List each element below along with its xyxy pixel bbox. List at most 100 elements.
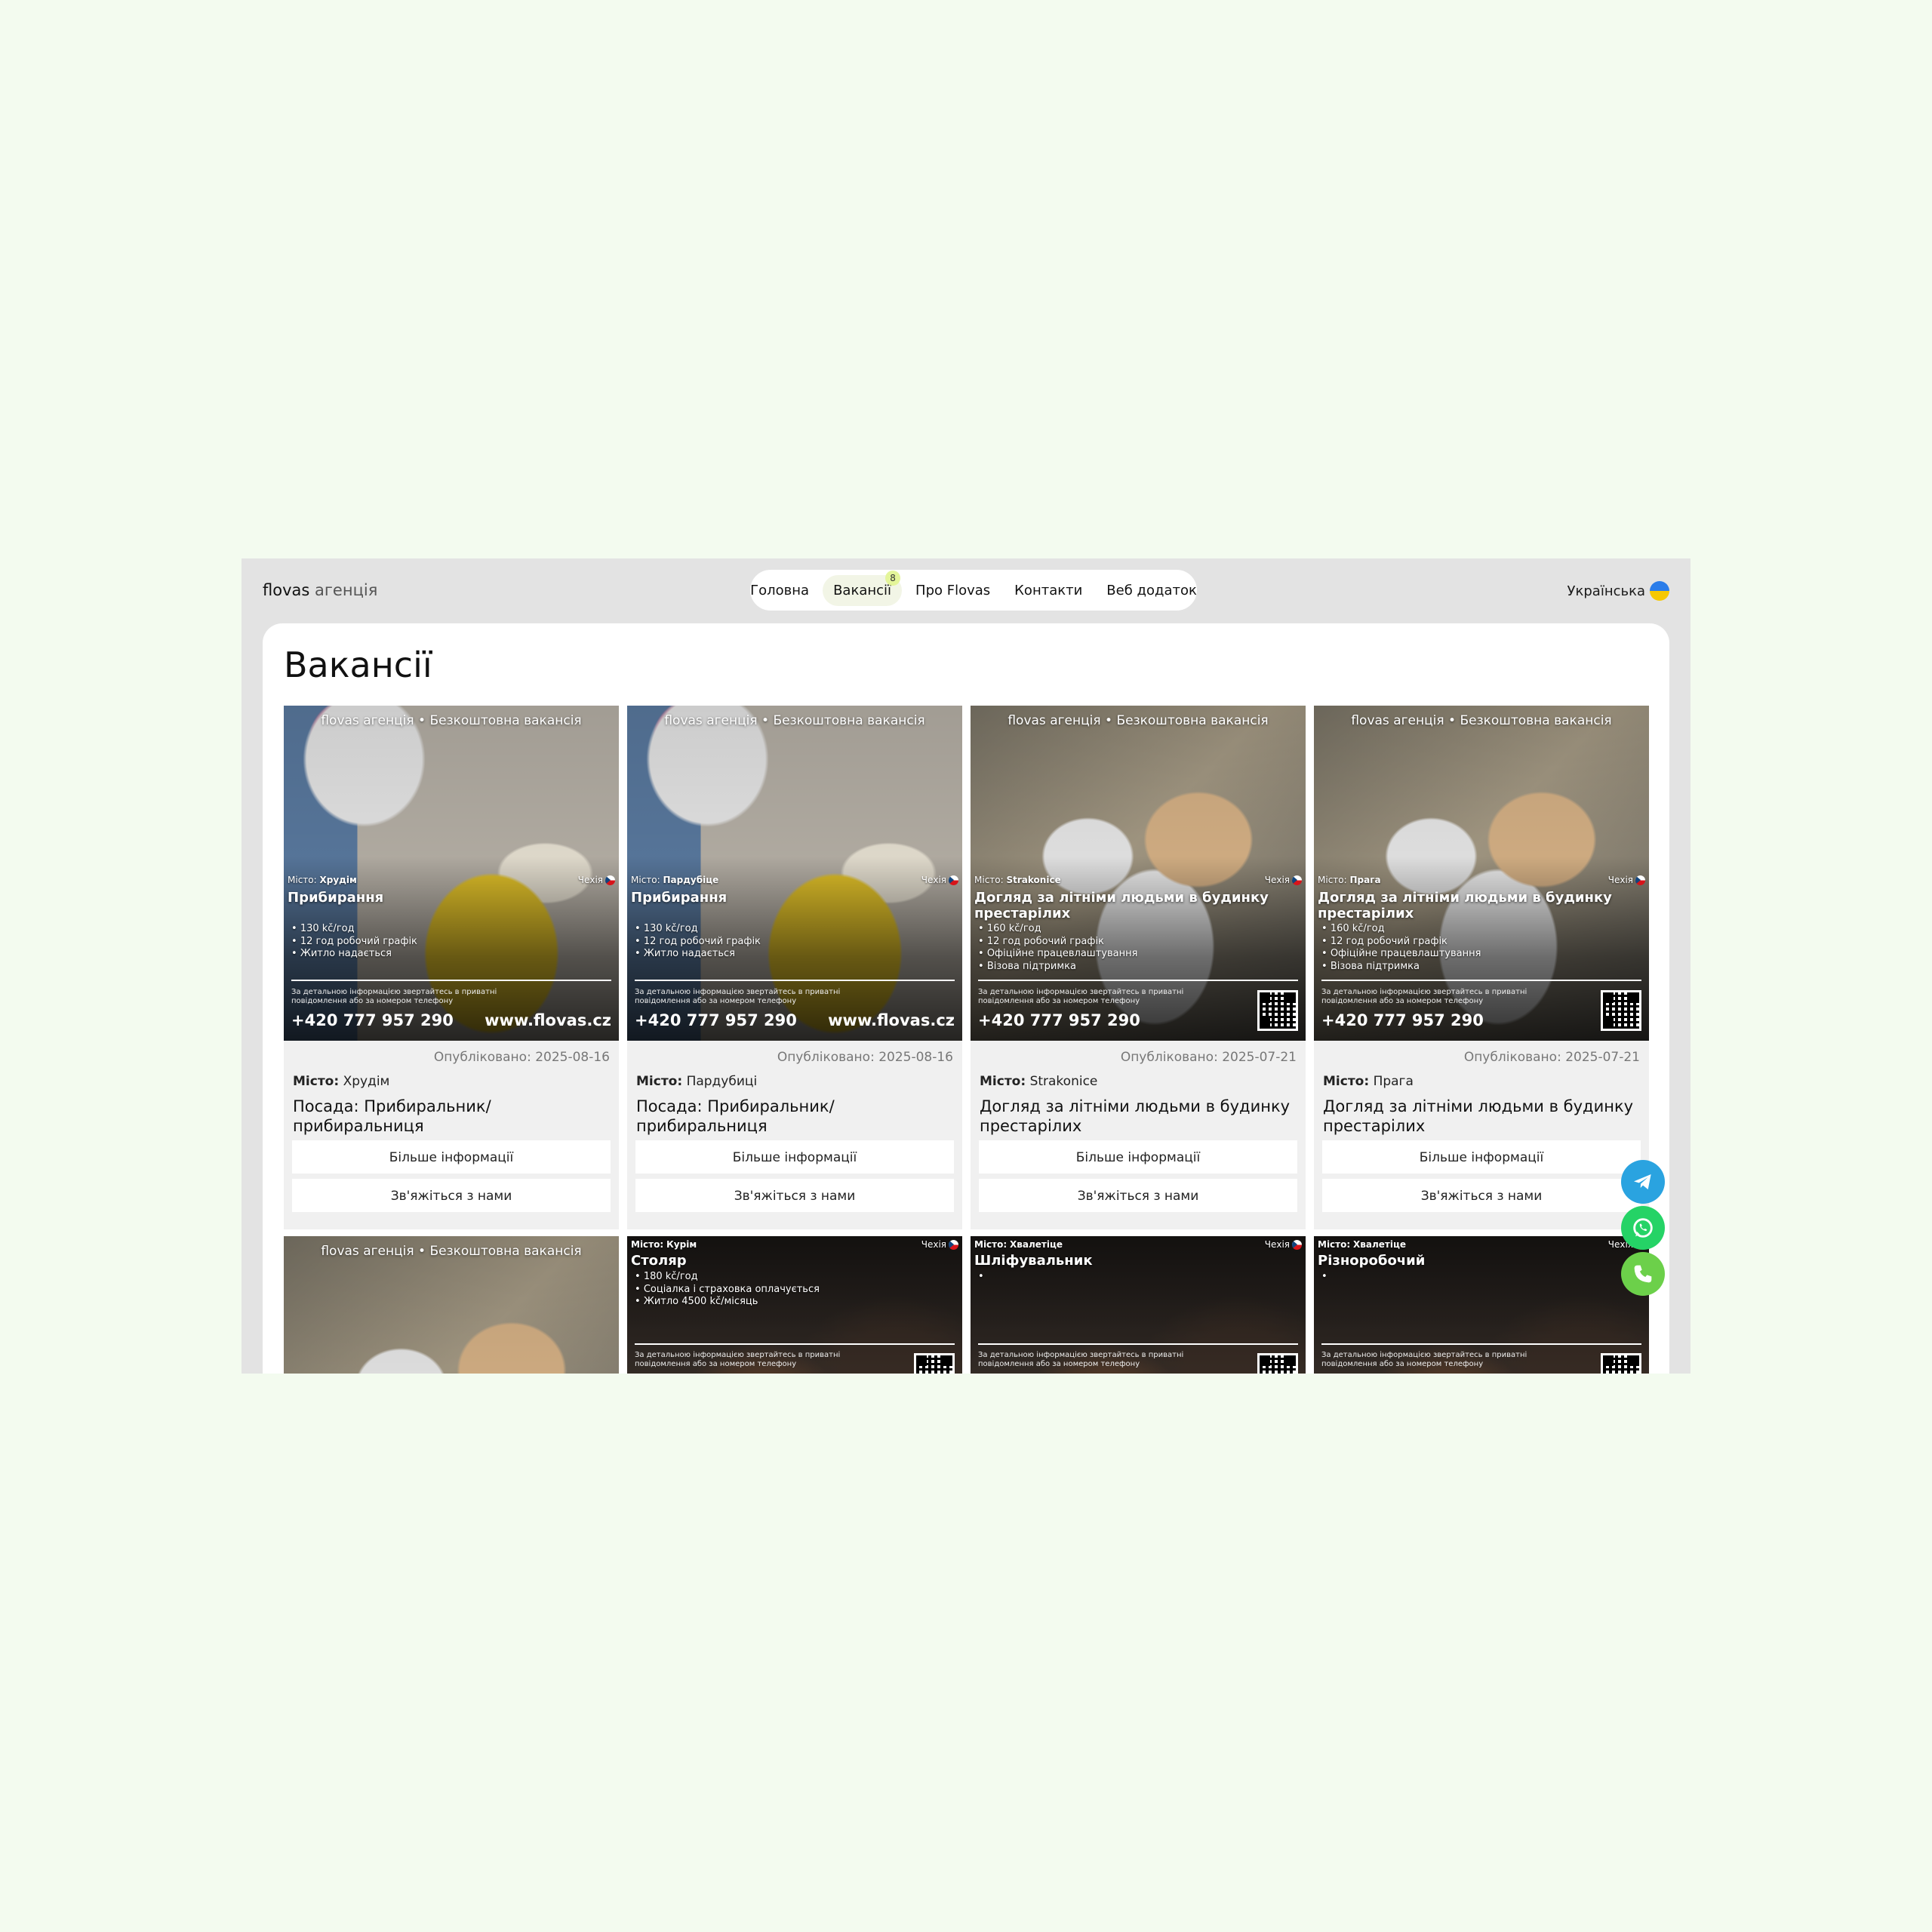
poster-country: Чехія xyxy=(921,875,958,885)
poster-header: flovas агенція • Безкоштовна вакансія xyxy=(321,1244,582,1259)
poster-bullet: Житло надається xyxy=(291,948,417,961)
vacancy-poster-image[interactable]: Місто: Хвалетіце Чехія Шліфувальник За д… xyxy=(971,1236,1306,1374)
poster-site: www.flovas.cz xyxy=(485,1011,611,1029)
page-title: Вакансії xyxy=(284,645,432,685)
poster-city: Місто: Strakonice xyxy=(974,875,1061,885)
vacancy-card: flovas агенція • Безкоштовна вакансія Мі… xyxy=(971,706,1306,1229)
poster-bullet: 160 kč/год xyxy=(978,923,1137,936)
vacancy-poster-image[interactable]: flovas агенція • Безкоштовна вакансія Мі… xyxy=(284,706,619,1041)
poster-note: За детальною інформацією звертайтесь в п… xyxy=(978,988,1184,1005)
logo-sub: агенція xyxy=(315,581,378,599)
poster-title: Догляд за літніми людьми в будинку прест… xyxy=(1318,890,1612,921)
card-position: Посада: Прибиральник/ прибиральниця xyxy=(636,1097,835,1135)
top-bar: flovas агенція Головна Вакансії 8 Про Fl… xyxy=(242,558,1690,625)
card-city: Місто: Strakonice xyxy=(980,1074,1098,1089)
more-info-button[interactable]: Більше інформації xyxy=(1322,1140,1641,1174)
whatsapp-icon xyxy=(1633,1218,1653,1238)
poster-bullet: 180 kč/год xyxy=(635,1271,820,1284)
nav-home[interactable]: Головна xyxy=(740,575,820,606)
card-position: Догляд за літніми людьми в будинку прест… xyxy=(980,1097,1291,1135)
poster-header: flovas агенція • Безкоштовна вакансія xyxy=(664,713,925,728)
poster-city: Місто: Хвалетіце xyxy=(974,1239,1063,1250)
poster-bullet: Візова підтримка xyxy=(978,961,1137,974)
poster-note: За детальною інформацією звертайтесь в п… xyxy=(1321,1351,1527,1368)
poster-bullets: 180 kč/год Соціалка і страховка оплачуєт… xyxy=(635,1271,820,1309)
telegram-icon xyxy=(1634,1174,1651,1189)
card-position: Догляд за літніми людьми в будинку прест… xyxy=(1323,1097,1634,1135)
poster-header: flovas агенція • Безкоштовна вакансія xyxy=(321,713,582,728)
czech-flag-icon xyxy=(1292,1239,1302,1250)
poster-site: www.flovas.cz xyxy=(828,1011,955,1029)
vacancy-card: flovas агенція • Безкоштовна вакансія xyxy=(284,1236,619,1374)
poster-bullet: 12 год робочий графік xyxy=(1321,936,1481,949)
more-info-button[interactable]: Більше інформації xyxy=(292,1140,611,1174)
telegram-button[interactable] xyxy=(1621,1160,1665,1204)
vacancy-card: flovas агенція • Безкоштовна вакансія Мі… xyxy=(284,706,619,1229)
poster-bullets xyxy=(1321,1271,1327,1284)
language-switcher[interactable]: Українська xyxy=(1567,581,1669,601)
czech-flag-icon xyxy=(949,1239,958,1250)
poster-title: Прибирання xyxy=(631,890,728,906)
poster-bullet: 160 kč/год xyxy=(1321,923,1481,936)
vacancies-count-badge: 8 xyxy=(885,570,901,586)
poster-bullet xyxy=(1321,1271,1327,1284)
poster-country: Чехія xyxy=(578,875,615,885)
poster-phone: +420 777 957 290 xyxy=(291,1011,454,1029)
phone-call-button[interactable] xyxy=(1621,1252,1665,1296)
vacancy-card: Місто: Курім Чехія Столяр 180 kč/год Соц… xyxy=(627,1236,962,1374)
poster-bullets: 160 kč/год 12 год робочий графік Офіційн… xyxy=(978,923,1138,974)
poster-bullet: 12 год робочий графік xyxy=(978,936,1137,949)
poster-title: Прибирання xyxy=(288,890,384,906)
more-info-button[interactable]: Більше інформації xyxy=(979,1140,1297,1174)
vacancy-poster-image[interactable]: flovas агенція • Безкоштовна вакансія Мі… xyxy=(627,706,962,1041)
poster-phone: +420 777 957 290 xyxy=(1321,1011,1484,1029)
poster-bullet: Офіційне працевлаштування xyxy=(1321,948,1481,961)
phone-icon xyxy=(1634,1265,1652,1283)
published-date: Опубліковано: 2025-07-21 xyxy=(1120,1050,1297,1065)
qr-code-icon xyxy=(1257,990,1298,1031)
czech-flag-icon xyxy=(1635,875,1645,885)
nav-about[interactable]: Про Flovas xyxy=(905,575,1001,606)
poster-title: Догляд за літніми людьми в будинку прест… xyxy=(974,890,1269,921)
poster-note: За детальною інформацією звертайтесь в п… xyxy=(635,1351,841,1368)
vacancy-card: flovas агенція • Безкоштовна вакансія Мі… xyxy=(1314,706,1649,1229)
contact-us-button[interactable]: Зв'яжіться з нами xyxy=(292,1179,611,1212)
card-city: Місто: Прага xyxy=(1323,1074,1414,1089)
contact-us-button[interactable]: Зв'яжіться з нами xyxy=(635,1179,954,1212)
vacancy-poster-image[interactable]: flovas агенція • Безкоштовна вакансія xyxy=(284,1236,619,1374)
vacancy-poster-image[interactable]: flovas агенція • Безкоштовна вакансія Мі… xyxy=(971,706,1306,1041)
poster-title: Різноробочий xyxy=(1318,1253,1426,1269)
poster-bullet: 130 kč/год xyxy=(291,923,417,936)
contact-us-button[interactable]: Зв'яжіться з нами xyxy=(1322,1179,1641,1212)
vacancy-poster-image[interactable]: flovas агенція • Безкоштовна вакансія Мі… xyxy=(1314,706,1649,1041)
nav-contacts[interactable]: Контакти xyxy=(1004,575,1093,606)
czech-flag-icon xyxy=(605,875,615,885)
card-position: Посада: Прибиральник/ прибиральниця xyxy=(293,1097,491,1135)
contact-us-button[interactable]: Зв'яжіться з нами xyxy=(979,1179,1297,1212)
poster-city: Місто: Курім xyxy=(631,1239,697,1250)
poster-bullet: 12 год робочий графік xyxy=(635,936,761,949)
poster-country: Чехія xyxy=(1265,875,1302,885)
czech-flag-icon xyxy=(949,875,958,885)
vacancy-poster-image[interactable]: Місто: Курім Чехія Столяр 180 kč/год Соц… xyxy=(627,1236,962,1374)
poster-title: Столяр xyxy=(631,1253,687,1269)
poster-bullets: 130 kč/год 12 год робочий графік Житло н… xyxy=(291,923,417,961)
vacancy-card: Місто: Хвалетіце Чехія Різноробочий За д… xyxy=(1314,1236,1649,1374)
card-city: Місто: Пардубиці xyxy=(636,1074,758,1089)
vacancy-poster-image[interactable]: Місто: Хвалетіце Чехія Різноробочий За д… xyxy=(1314,1236,1649,1374)
qr-code-icon xyxy=(1601,1353,1641,1374)
poster-title: Шліфувальник xyxy=(974,1253,1093,1269)
poster-bullet: Офіційне працевлаштування xyxy=(978,948,1138,961)
poster-phone: +420 777 957 290 xyxy=(635,1011,797,1029)
whatsapp-button[interactable] xyxy=(1621,1206,1665,1250)
nav-vacancies[interactable]: Вакансії 8 xyxy=(823,570,903,606)
site-logo[interactable]: flovas агенція xyxy=(263,581,377,599)
vacancy-card: flovas агенція • Безкоштовна вакансія Мі… xyxy=(627,706,962,1229)
poster-phone: +420 777 957 290 xyxy=(978,1011,1140,1029)
more-info-button[interactable]: Більше інформації xyxy=(635,1140,954,1174)
poster-bullets: 160 kč/год 12 год робочий графік Офіційн… xyxy=(1321,923,1481,973)
poster-bullet: Соціалка і страховка оплачується xyxy=(635,1284,820,1297)
poster-note: За детальною інформацією звертайтесь в п… xyxy=(635,988,841,1005)
nav-web-app[interactable]: Веб додаток xyxy=(1096,575,1208,606)
poster-bullets: 130 kč/год 12 год робочий графік Житло н… xyxy=(635,923,761,961)
